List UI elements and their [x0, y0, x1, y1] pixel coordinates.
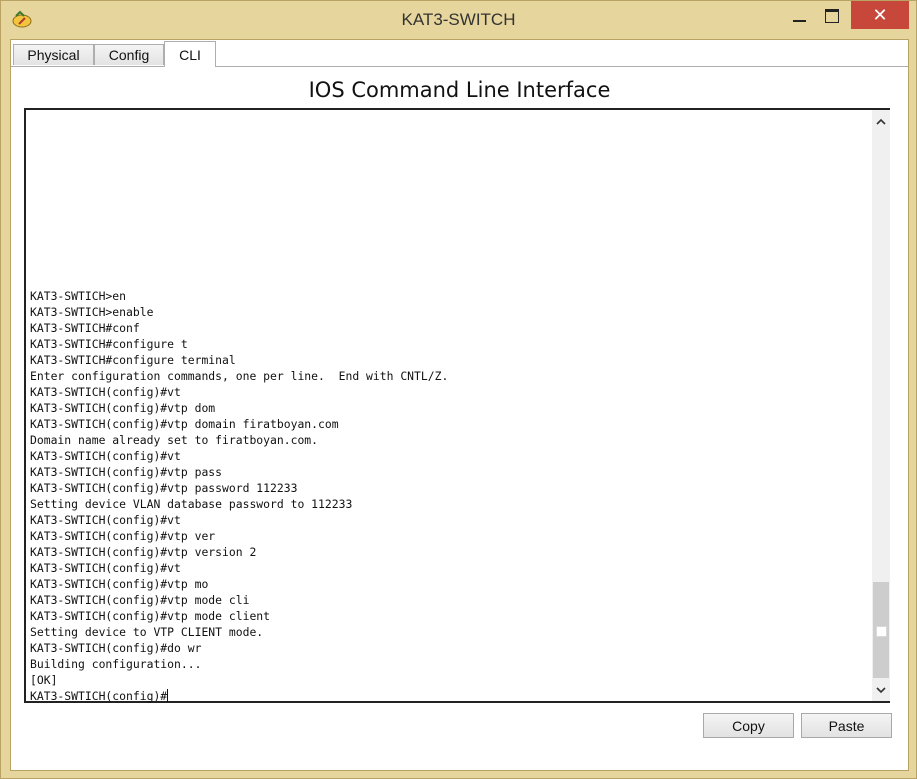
terminal-line: KAT3-SWTICH(config)#vtp version 2 — [30, 545, 257, 559]
terminal-line: Domain name already set to firatboyan.co… — [30, 433, 319, 447]
text-cursor — [167, 689, 169, 702]
terminal-line: KAT3-SWTICH(config)#vt — [30, 449, 181, 463]
window-client-area: Physical Config CLI IOS Command Line Int… — [10, 39, 909, 771]
vertical-scrollbar[interactable] — [872, 110, 890, 701]
terminal-prompt-line[interactable]: KAT3-SWTICH(config)# — [30, 688, 870, 704]
terminal-line: Enter configuration commands, one per li… — [30, 369, 449, 383]
window-title: KAT3-SWITCH — [401, 10, 516, 29]
page-title: IOS Command Line Interface — [308, 78, 611, 102]
terminal-line: KAT3-SWTICH(config)#vt — [30, 513, 181, 527]
terminal-line: KAT3-SWTICH(config)#vtp domain firatboya… — [30, 417, 339, 431]
terminal-line: KAT3-SWTICH(config)#vtp mo — [30, 577, 209, 591]
scroll-down-button[interactable] — [872, 681, 890, 699]
terminal-output: KAT3-SWTICH>en KAT3-SWTICH>enable KAT3-SWT… — [30, 288, 870, 704]
terminal-line: KAT3-SWTICH#configure terminal — [30, 353, 236, 367]
terminal-prompt: KAT3-SWTICH(config)# — [30, 689, 168, 703]
terminal-line: KAT3-SWTICH(config)#vtp ver — [30, 529, 216, 543]
close-button[interactable]: ✕ — [851, 1, 909, 29]
tab-physical[interactable]: Physical — [13, 44, 94, 65]
terminal-line: Setting device VLAN database password to… — [30, 497, 353, 511]
maximize-button[interactable] — [817, 1, 847, 30]
scrollbar-grip — [876, 626, 887, 637]
minimize-icon — [792, 19, 806, 22]
title-bar[interactable]: KAT3-SWITCH ✕ — [1, 1, 916, 39]
terminal-line: KAT3-SWTICH(config)#vt — [30, 561, 181, 575]
terminal-line: KAT3-SWTICH>enable — [30, 305, 154, 319]
terminal-line: [OK] — [30, 673, 58, 687]
terminal-line: KAT3-SWTICH(config)#vtp mode cli — [30, 593, 250, 607]
terminal-line: KAT3-SWTICH#configure t — [30, 337, 188, 351]
terminal-line: KAT3-SWTICH(config)#vtp pass — [30, 465, 223, 479]
copy-button[interactable]: Copy — [703, 713, 794, 738]
app-window: KAT3-SWITCH ✕ Physical Config CLI IOS Co… — [0, 0, 917, 779]
chevron-up-icon — [876, 118, 886, 125]
terminal-line: Setting device to VTP CLIENT mode. — [30, 625, 264, 639]
scrollbar-thumb[interactable] — [873, 582, 889, 678]
tab-config[interactable]: Config — [94, 44, 164, 65]
terminal-line: KAT3-SWTICH(config)#do wr — [30, 641, 202, 655]
paste-button[interactable]: Paste — [801, 713, 892, 738]
maximize-icon — [825, 8, 839, 23]
minimize-button[interactable] — [784, 1, 814, 30]
chevron-down-icon — [876, 686, 886, 693]
terminal-line: KAT3-SWTICH(config)#vtp mode client — [30, 609, 271, 623]
cli-terminal[interactable]: KAT3-SWTICH>en KAT3-SWTICH>enable KAT3-SWT… — [24, 108, 890, 703]
close-icon: ✕ — [872, 4, 888, 25]
terminal-line: KAT3-SWTICH(config)#vtp dom — [30, 401, 216, 415]
tab-cli[interactable]: CLI — [164, 41, 216, 67]
scroll-up-button[interactable] — [872, 112, 890, 130]
terminal-line: Building configuration... — [30, 657, 202, 671]
tab-bar: Physical Config CLI — [11, 41, 908, 67]
terminal-line: KAT3-SWTICH(config)#vt — [30, 385, 181, 399]
terminal-line: KAT3-SWTICH#conf — [30, 321, 140, 335]
terminal-line: KAT3-SWTICH(config)#vtp password 112233 — [30, 481, 298, 495]
terminal-line: KAT3-SWTICH>en — [30, 289, 127, 303]
